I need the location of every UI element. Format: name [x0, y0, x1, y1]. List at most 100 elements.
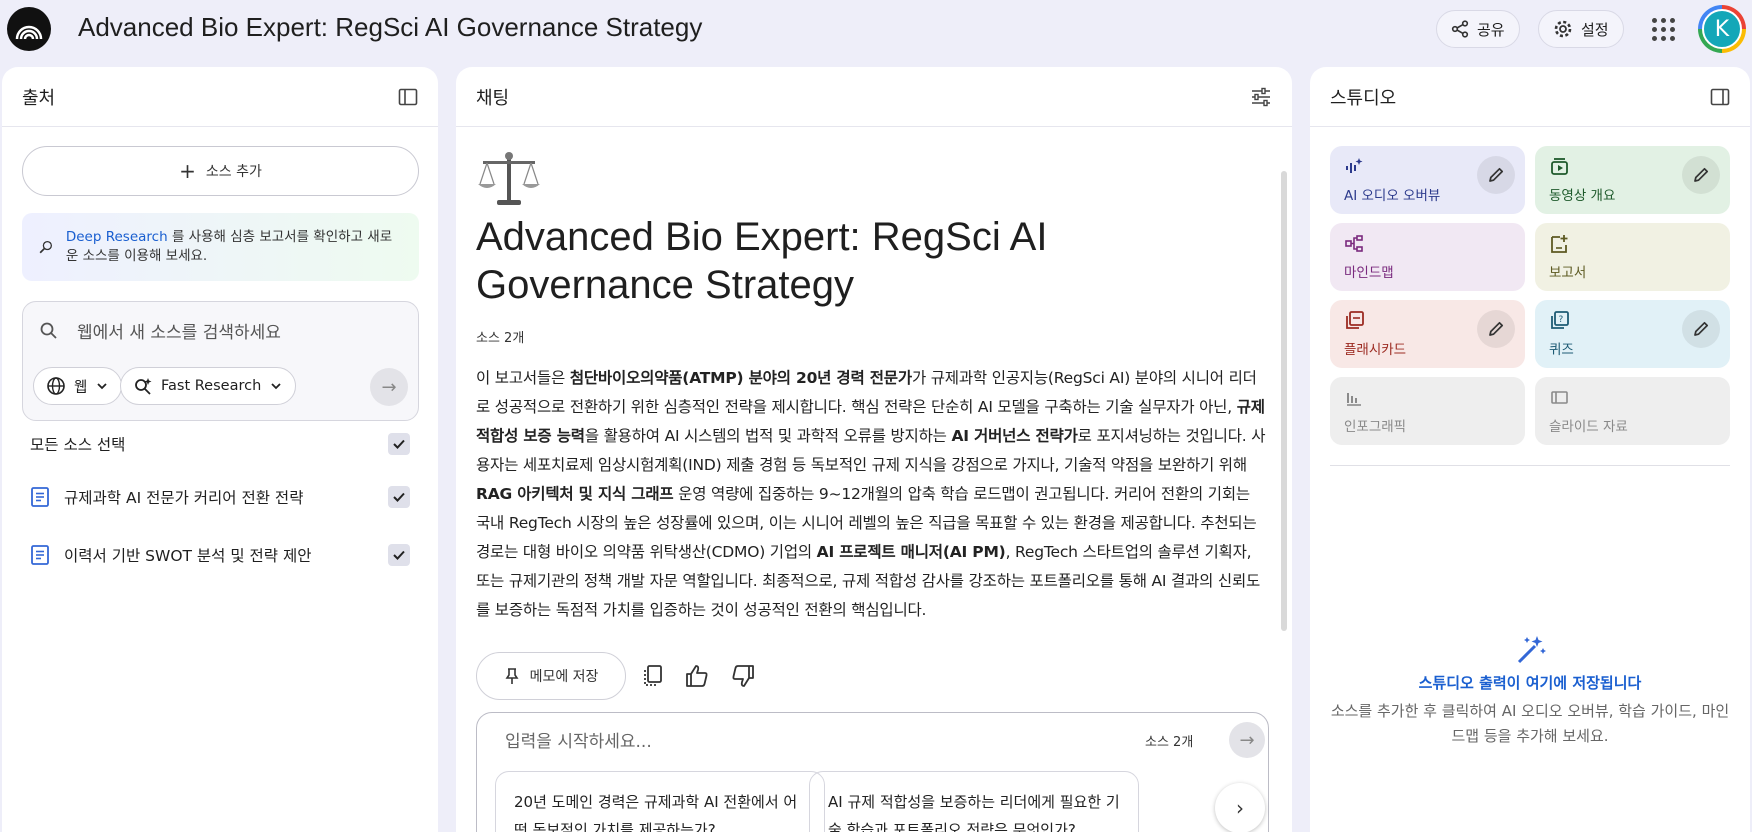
- select-all-checkbox[interactable]: [388, 433, 410, 455]
- studio-tile-flashcards[interactable]: 플래시카드: [1330, 300, 1525, 368]
- studio-tile-slides[interactable]: 슬라이드 자료: [1535, 377, 1730, 445]
- summary-emphasis: RAG 아키텍처 및 지식 그래프: [476, 485, 674, 503]
- add-source-button[interactable]: + 소스 추가: [22, 146, 419, 196]
- globe-icon: [47, 377, 65, 395]
- search-icon: [40, 322, 57, 339]
- top-bar: Advanced Bio Expert: RegSci AI Governanc…: [0, 0, 1752, 60]
- select-all-row[interactable]: 모든 소스 선택: [30, 426, 410, 462]
- studio-header: 스튜디오: [1310, 67, 1750, 127]
- document-icon: [31, 487, 49, 507]
- sources-header: 출처: [2, 67, 438, 127]
- magnifier-icon: [39, 240, 52, 254]
- source-checkbox[interactable]: [388, 544, 410, 566]
- search-sparkle-icon: [135, 378, 152, 395]
- studio-tile-video-overview[interactable]: 동영상 개요: [1535, 146, 1730, 214]
- edit-button[interactable]: [1682, 310, 1720, 348]
- source-item[interactable]: 이력서 기반 SWOT 분석 및 전략 제안: [30, 537, 410, 573]
- report-icon: [1551, 235, 1568, 253]
- gear-icon: [1554, 20, 1572, 38]
- copy-icon: [644, 665, 662, 686]
- share-button[interactable]: 공유: [1436, 10, 1520, 48]
- share-label: 공유: [1477, 20, 1505, 39]
- settings-label: 설정: [1581, 20, 1609, 39]
- deep-research-banner[interactable]: Deep Research 를 사용해 심층 보고서를 확인하고 새로운 소스를…: [22, 213, 419, 281]
- arrow-right-icon: →: [381, 376, 397, 398]
- research-mode-dropdown[interactable]: Fast Research: [120, 367, 297, 405]
- chat-composer: 입력을 시작하세요... 소스 2개 → 20년 도메인 경력은 규제과학 AI…: [476, 712, 1269, 832]
- studio-empty-description: 소스를 추가한 후 클릭하여 AI 오디오 오버뷰, 학습 가이드, 마인드맵 …: [1330, 702, 1730, 745]
- summary-text: 을 활용하여 AI 시스템의 법적 및 과학적 오류를 방지하는: [584, 427, 952, 445]
- thumbs-up-button[interactable]: [682, 661, 712, 691]
- save-to-note-button[interactable]: 메모에 저장: [476, 652, 626, 700]
- studio-tile-infographic[interactable]: 인포그래픽: [1330, 377, 1525, 445]
- pin-icon: [505, 668, 519, 684]
- scrollbar[interactable]: [1281, 171, 1287, 631]
- source-item-label: 규제과학 AI 전문가 커리어 전환 전략: [64, 489, 304, 507]
- edit-button[interactable]: [1477, 310, 1515, 348]
- studio-tile-report[interactable]: 보고서: [1535, 223, 1730, 291]
- chat-panel: 채팅 Advanced Bio Expert: RegSci AI Govern…: [456, 67, 1292, 832]
- web-search-box: 웹에서 새 소스를 검색하세요 웹 Fast Research →: [22, 301, 419, 421]
- summary-emphasis: AI 프로젝트 매니저(AI PM): [816, 543, 1006, 561]
- edit-button[interactable]: [1682, 156, 1720, 194]
- studio-tile-label: AI 오디오 오버뷰: [1344, 188, 1441, 204]
- studio-tile-label: 인포그래픽: [1344, 419, 1407, 435]
- composer-source-count: 소스 2개: [1145, 735, 1194, 750]
- tune-settings-icon[interactable]: [1250, 86, 1272, 108]
- studio-tile-audio-waveform[interactable]: AI 오디오 오버뷰: [1330, 146, 1525, 214]
- studio-tile-label: 플래시카드: [1344, 342, 1407, 358]
- studio-tile-label: 보고서: [1549, 265, 1587, 281]
- chat-input[interactable]: 입력을 시작하세요...: [505, 727, 652, 752]
- search-submit-button[interactable]: →: [370, 368, 408, 406]
- studio-tile-label: 마인드맵: [1344, 265, 1394, 281]
- audio-waveform-icon: [1346, 158, 1363, 173]
- pencil-icon: [1489, 321, 1504, 336]
- mindmap-icon: [1345, 235, 1363, 252]
- quiz-icon: ?: [1551, 311, 1569, 329]
- studio-tile-quiz[interactable]: ? 퀴즈: [1535, 300, 1730, 368]
- pencil-icon: [1694, 321, 1709, 336]
- search-row[interactable]: 웹에서 새 소스를 검색하세요: [39, 318, 281, 343]
- deep-research-link[interactable]: Deep Research: [66, 229, 168, 245]
- suggested-question[interactable]: 20년 도메인 경력은 규제과학 AI 전환에서 어떤 독보적인 가치를 제공하…: [495, 771, 825, 832]
- thumbs-down-button[interactable]: [728, 661, 758, 691]
- deep-research-text: Deep Research 를 사용해 심층 보고서를 확인하고 새로운 소스를…: [66, 228, 403, 266]
- avatar-letter: K: [1702, 9, 1742, 49]
- suggested-question[interactable]: AI 규제 적합성을 보증하는 리더에게 필요한 기술 학습과 포트폴리오 전략…: [809, 771, 1139, 832]
- chat-title: 채팅: [476, 87, 510, 109]
- source-checkbox[interactable]: [388, 486, 410, 508]
- chat-header: 채팅: [456, 67, 1292, 127]
- collapse-panel-icon[interactable]: [398, 87, 418, 107]
- next-suggestions-button[interactable]: ›: [1215, 783, 1265, 832]
- video-overview-icon: [1551, 158, 1568, 175]
- slides-icon: [1551, 391, 1568, 404]
- notebook-heading: Advanced Bio Expert: RegSci AI Governanc…: [476, 215, 1048, 307]
- app-logo-icon[interactable]: [7, 7, 51, 51]
- chevron-down-icon: [271, 383, 281, 390]
- notebook-title[interactable]: Advanced Bio Expert: RegSci AI Governanc…: [78, 12, 702, 43]
- logo-mark-icon: [15, 25, 43, 40]
- collapse-panel-icon[interactable]: [1710, 87, 1730, 107]
- flashcards-icon: [1346, 311, 1364, 329]
- send-button[interactable]: →: [1229, 722, 1265, 758]
- checkmark-icon: [393, 439, 405, 449]
- apps-grid-icon[interactable]: [1648, 14, 1678, 44]
- web-source-dropdown[interactable]: 웹: [33, 367, 123, 405]
- search-input[interactable]: 웹에서 새 소스를 검색하세요: [77, 318, 281, 343]
- sources-panel: 출처 + 소스 추가 Deep Research 를 사용해 심층 보고서를 확…: [2, 67, 438, 832]
- studio-empty-title: 스튜디오 출력이 여기에 저장됩니다: [1418, 674, 1642, 692]
- checkmark-icon: [393, 492, 405, 502]
- avatar[interactable]: K: [1698, 5, 1746, 53]
- settings-button[interactable]: 설정: [1538, 10, 1624, 48]
- scales-emoji-icon: [478, 152, 540, 205]
- chevron-down-icon: [97, 383, 107, 390]
- source-item[interactable]: 규제과학 AI 전문가 커리어 전환 전략: [30, 479, 410, 515]
- chevron-right-icon: ›: [1236, 796, 1244, 820]
- add-source-label: 소스 추가: [205, 164, 262, 180]
- copy-button[interactable]: [638, 661, 668, 691]
- checkmark-icon: [393, 550, 405, 560]
- edit-button[interactable]: [1477, 156, 1515, 194]
- studio-tile-mindmap[interactable]: 마인드맵: [1330, 223, 1525, 291]
- studio-panel: 스튜디오 AI 오디오 오버뷰 동영상 개요마인드맵 보고서플래시카드 ? 퀴즈인포그래…: [1310, 67, 1750, 832]
- infographic-icon: [1347, 393, 1361, 406]
